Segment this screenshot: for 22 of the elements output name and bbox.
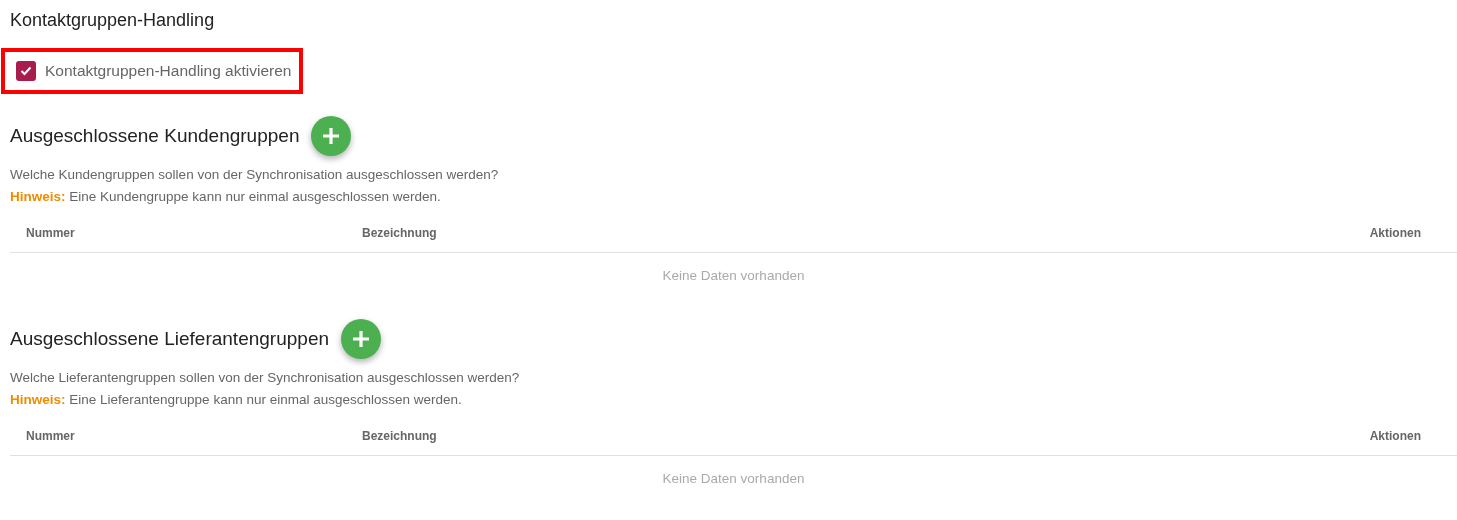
column-header: Bezeichnung	[362, 429, 438, 443]
column-header: Bezeichnung	[362, 226, 438, 240]
enable-checkbox[interactable]: Kontaktgruppen-Handling aktivieren	[16, 61, 292, 81]
checkmark-icon	[20, 66, 32, 76]
column-header: Nummer	[26, 429, 76, 443]
hint-text: Hinweis: Eine Lieferantengruppe kann nur einmal ausgeschlossen werden.	[10, 391, 463, 409]
plus-icon	[351, 329, 371, 349]
page-title: Kontaktgruppen-Handling	[10, 10, 216, 32]
hint-text: Hinweis: Eine Kundengruppe kann nur einmal ausgeschlossen werden.	[10, 188, 442, 206]
empty-message: Keine Daten vorhanden	[662, 471, 805, 486]
empty-message: Keine Daten vorhanden	[662, 268, 805, 283]
description-text: Welche Kundengruppen sollen von der Synchronisation ausgeschlossen werden?	[10, 166, 500, 184]
section-heading: Ausgeschlossene Kundengruppen	[10, 125, 300, 147]
section-heading: Ausgeschlossene Lieferantengruppen	[10, 328, 329, 350]
checkbox[interactable]	[16, 61, 36, 81]
column-header: Nummer	[26, 226, 76, 240]
description-text: Welche Lieferantengruppen sollen von der Synchronisation ausgeschlossen werden?	[10, 369, 521, 387]
column-header: Aktionen	[1368, 429, 1421, 443]
add-button[interactable]	[341, 319, 381, 359]
plus-icon	[321, 126, 342, 146]
column-header: Aktionen	[1368, 226, 1421, 240]
add-button[interactable]	[311, 116, 352, 156]
